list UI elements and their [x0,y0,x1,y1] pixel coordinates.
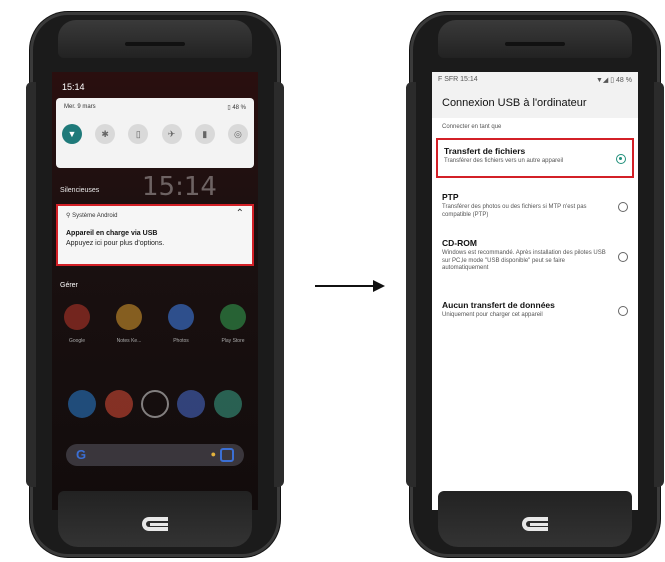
option-title: CD-ROM [442,238,477,248]
brand-logo [142,517,168,531]
option-description: Transférer des photos ou des fichiers si… [442,204,587,218]
speaker-grille [505,42,565,46]
option-description: Uniquement pour charger cet appareil [442,312,543,318]
chevron-up-icon[interactable]: ⌃ [236,208,244,219]
silent-section-label: Silencieuses [60,187,100,194]
option-no-data-transfer[interactable]: Aucun transfert de données Uniquement po… [436,294,634,328]
arrow-head [373,280,385,292]
app-label: Photos [173,338,189,344]
arrow-shaft [315,285,375,287]
messages-app-icon[interactable] [177,390,206,418]
bumper-left [26,82,36,487]
photos-app-icon [168,304,194,330]
page-title: Connexion USB à l'ordinateur [442,97,587,109]
status-battery: ▼◢ ▯ 48 % [595,77,632,84]
phone-left: 15:14 Mer. 9 mars ▯ 48 % ▼ ✱ ▯ ✈ ▮ ◎ Sil… [26,12,284,557]
phone-right: F SFR 15:14 ▼◢ ▯ 48 % Connexion USB à l'… [406,12,664,557]
google-app-icon [64,304,90,330]
option-title: Aucun transfert de données [442,300,555,310]
app-dock [64,390,246,418]
bumper-left [406,82,416,487]
radio-unselected[interactable] [618,202,628,212]
lockscreen-clock: 15:14 [142,172,217,202]
qs-battery: ▯ 48 % [227,105,246,111]
option-ptp[interactable]: PTP Transférer des photos ou des fichier… [436,186,634,226]
app-label: Google [68,338,86,344]
option-title: Transfert de fichiers [444,146,526,156]
app-notes[interactable]: Notes Ke... [114,304,144,344]
status-carrier-time: F SFR 15:14 [438,76,478,83]
app-label: Notes Ke... [116,338,142,344]
flashlight-icon[interactable]: ▮ [194,124,215,144]
arrow-right-icon [315,280,385,292]
notification-app-name: Système Android [72,213,118,219]
status-time: 15:14 [62,82,85,92]
app-play-store[interactable]: Play Store [218,304,248,344]
option-description: Transférer des fichiers vers un autre ap… [444,158,564,164]
notification-app: ⚲ Système Android [66,213,118,219]
option-file-transfer[interactable]: Transfert de fichiers Transférer des fic… [436,138,634,178]
app-grid: Google Notes Ke... Photos Play Store [62,304,248,344]
google-search-bar[interactable]: G ● [66,444,244,466]
phone-top-bezel [438,20,632,58]
airplane-icon[interactable]: ✈ [161,124,182,144]
status-bar: F SFR 15:14 ▼◢ ▯ 48 % [432,72,638,88]
option-cd-rom[interactable]: CD-ROM Windows est recommandé. Après ins… [436,232,634,286]
radio-unselected[interactable] [618,252,628,262]
bumper-right [654,82,664,487]
play-store-app-icon [220,304,246,330]
quick-settings-row: ▼ ✱ ▯ ✈ ▮ ◎ [62,124,248,144]
settings-app-icon[interactable] [213,390,242,418]
battery-level: 48 % [616,77,632,84]
quick-settings-panel: Mer. 9 mars ▯ 48 % ▼ ✱ ▯ ✈ ▮ ◎ [56,98,254,168]
battery-level: 48 % [232,105,246,111]
option-description: Windows est recommandé. Après installati… [442,250,606,271]
google-g-icon: G [76,447,87,462]
notes-app-icon [116,304,142,330]
right-screen: F SFR 15:14 ▼◢ ▯ 48 % Connexion USB à l'… [432,72,638,510]
wifi-icon[interactable]: ▼ [62,124,82,144]
notification-body: Appuyez ici pour plus d'options. [66,240,165,247]
notification-title: Appareil en charge via USB [66,230,158,237]
mic-icon[interactable]: ● [211,449,216,459]
app-photos[interactable]: Photos [166,304,196,344]
lens-icon[interactable] [220,448,234,462]
app-label: Play Store [221,338,245,344]
left-screen: 15:14 Mer. 9 mars ▯ 48 % ▼ ✱ ▯ ✈ ▮ ◎ Sil… [52,72,258,510]
radio-selected[interactable] [616,154,626,164]
radio-unselected[interactable] [618,306,628,316]
battery-saver-icon[interactable]: ▯ [128,124,149,144]
bluetooth-icon[interactable]: ✱ [95,124,116,144]
speaker-grille [125,42,185,46]
camera-app-icon[interactable] [140,390,169,418]
brand-logo [522,517,548,531]
qs-date: Mer. 9 mars [64,104,96,110]
manage-button[interactable]: Gérer [60,282,78,289]
usb-notification[interactable]: ⚲ Système Android ⌃ Appareil en charge v… [56,204,254,266]
page-title-bar: Connexion USB à l'ordinateur [432,88,638,118]
hotspot-icon[interactable]: ◎ [227,124,248,144]
chrome-app-icon[interactable] [104,390,133,418]
option-title: PTP [442,192,459,202]
phone-top-bezel [58,20,252,58]
phone-app-icon[interactable] [68,390,97,418]
bumper-right [274,82,284,487]
section-label: Connecter en tant que [442,124,502,130]
app-google[interactable]: Google [62,304,92,344]
